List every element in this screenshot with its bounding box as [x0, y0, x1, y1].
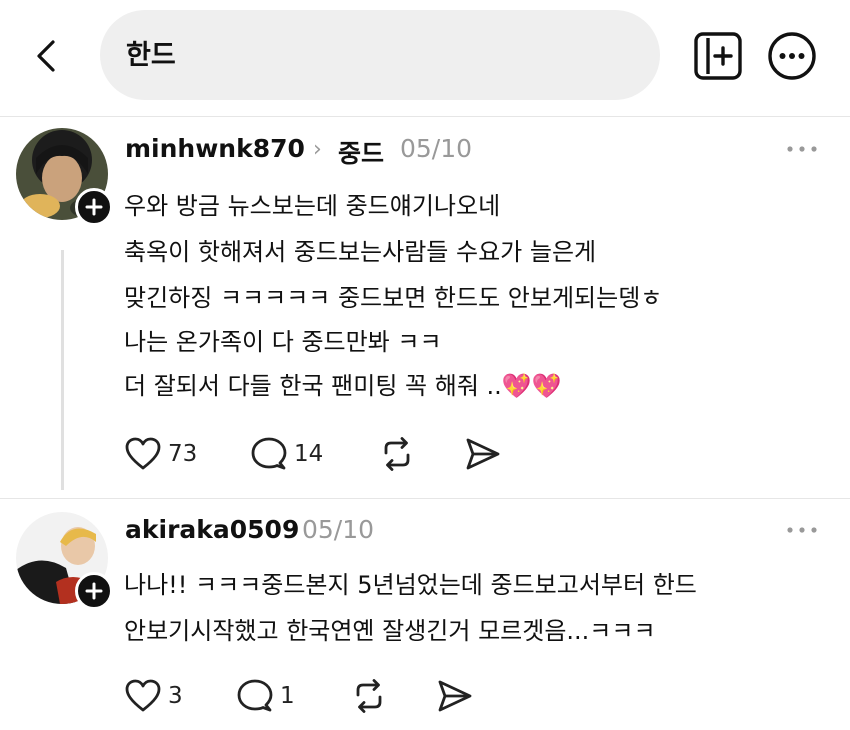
post-text-line: 축옥이 핫해져서 중드보는사람들 수요가 늘은게 [124, 238, 597, 266]
post-text-line: 우와 방금 뉴스보는데 중드얘기나오네 [124, 192, 501, 220]
more-horizontal-icon [768, 32, 816, 80]
post-text: 더 잘되서 다들 한국 팬미팅 꼭 해줘 .. [124, 372, 502, 400]
search-query[interactable]: 한드 [126, 33, 176, 72]
post-more-button[interactable] [784, 520, 820, 540]
follow-button[interactable] [75, 188, 113, 226]
plus-icon [85, 198, 103, 216]
post-more-button[interactable] [784, 139, 820, 159]
post-text-line: 안보기시작했고 한국연옌 잘생긴거 모르겟음...ㅋㅋㅋ [124, 617, 656, 645]
send-icon [466, 438, 500, 470]
post-text-line: 나나!! ㅋㅋㅋ중드본지 5년넘었는데 중드보고서부터 한드 [124, 571, 697, 599]
heart-icon [125, 679, 161, 712]
repost-icon [356, 679, 382, 713]
username[interactable]: akiraka0509 [125, 515, 299, 544]
more-options-button[interactable] [766, 30, 818, 82]
repost-button[interactable] [378, 436, 416, 472]
share-button[interactable] [436, 678, 474, 714]
username[interactable]: minhwnk870 [125, 134, 305, 163]
reply-count: 14 [294, 441, 324, 467]
more-dots-icon [787, 527, 817, 533]
repost-button[interactable] [350, 678, 388, 714]
header-divider [0, 116, 850, 117]
chevron-left-icon [37, 40, 55, 72]
more-dots-icon [787, 146, 817, 152]
back-button[interactable] [22, 34, 70, 78]
post-date: 05/10 [302, 515, 375, 544]
like-count: 3 [168, 683, 183, 709]
repost-icon [384, 437, 410, 471]
like-count: 73 [168, 441, 198, 467]
post-text-line: 나는 온가족이 다 중드만봐 ㅋㅋ [124, 328, 442, 356]
post-text-line: 맞긴하징 ㅋㅋㅋㅋㅋ 중드보면 한드도 안보게되는뎅ㅎ [124, 284, 663, 312]
like-button[interactable]: 73 [124, 436, 197, 472]
post-divider [0, 498, 850, 499]
heart-emoji: 💖💖 [501, 372, 562, 400]
add-column-icon [694, 32, 742, 80]
reply-button[interactable]: 14 [250, 436, 323, 472]
comment-icon [251, 437, 287, 470]
post-date: 05/10 [400, 134, 473, 163]
thread-line [61, 250, 64, 490]
comment-icon [237, 679, 273, 712]
reply-count: 1 [280, 683, 295, 709]
community-tag[interactable]: 중드 [338, 134, 384, 170]
follow-button[interactable] [75, 572, 113, 610]
search-bar[interactable] [100, 10, 660, 100]
like-button[interactable]: 3 [124, 678, 183, 714]
send-icon [438, 680, 472, 712]
post-text-line: 더 잘되서 다들 한국 팬미팅 꼭 해줘 ..💖💖 [124, 366, 562, 401]
heart-icon [125, 437, 161, 470]
add-column-button[interactable] [692, 30, 744, 82]
chevron-right-icon: › [313, 137, 322, 162]
plus-icon [85, 582, 103, 600]
share-button[interactable] [464, 436, 502, 472]
reply-button[interactable]: 1 [236, 678, 295, 714]
